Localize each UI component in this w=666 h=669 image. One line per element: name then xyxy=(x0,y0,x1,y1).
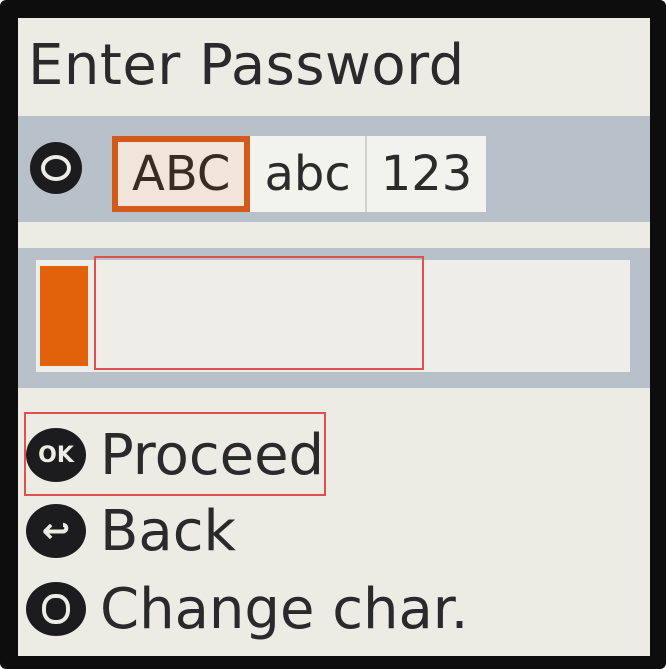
back-label: Back xyxy=(100,498,236,564)
proceed-label: Proceed xyxy=(100,422,325,488)
proceed-button[interactable]: OK Proceed xyxy=(26,420,324,490)
password-entry-bar xyxy=(18,248,650,388)
lcd-screen: Enter Password ABC abc 123 OK Proceed ↩ … xyxy=(18,18,650,656)
password-input[interactable] xyxy=(94,256,424,370)
input-mode-tabs: ABC abc 123 xyxy=(112,136,487,212)
change-char-glyph xyxy=(42,594,70,624)
mode-toggle-icon-glyph xyxy=(41,155,71,181)
ok-button-icon: OK xyxy=(26,428,86,482)
mode-toggle-icon[interactable] xyxy=(30,142,82,194)
input-mode-bar: ABC abc 123 xyxy=(18,116,650,222)
change-char-icon xyxy=(26,582,86,636)
mode-tab-lowercase[interactable]: abc xyxy=(250,136,367,212)
back-arrow-glyph: ↩ xyxy=(41,511,71,551)
back-arrow-icon: ↩ xyxy=(26,504,86,558)
change-char-label: Change char. xyxy=(100,576,469,642)
text-cursor xyxy=(40,266,88,366)
mode-tab-numeric[interactable]: 123 xyxy=(367,136,487,212)
page-title: Enter Password xyxy=(28,33,465,98)
change-char-button[interactable]: Change char. xyxy=(26,574,468,644)
mode-tab-uppercase[interactable]: ABC xyxy=(112,136,251,212)
back-button[interactable]: ↩ Back xyxy=(26,496,236,566)
